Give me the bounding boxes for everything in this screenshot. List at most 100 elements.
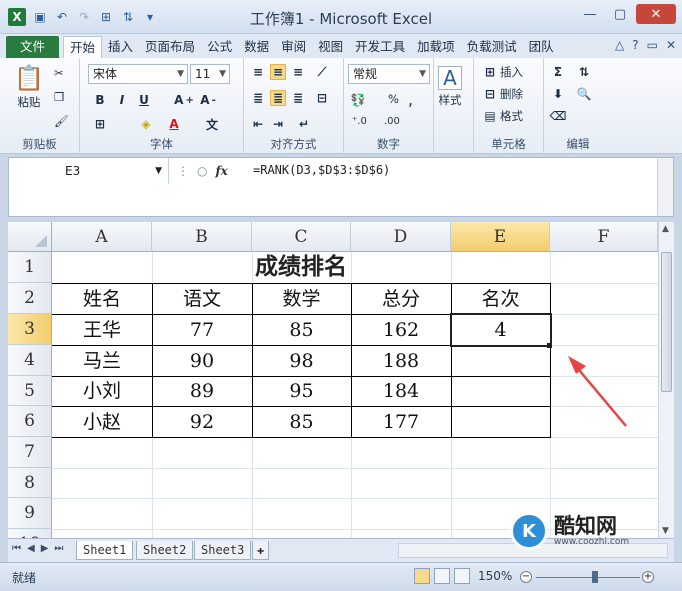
scroll-up-icon[interactable]: ▲ [662,224,669,234]
row-header-1[interactable]: 1 [8,252,52,283]
font-name-select[interactable]: 宋体 ▼ [88,64,188,84]
increase-indent-icon[interactable]: ⇥ [270,116,286,132]
sheet-tab-sheet2[interactable]: Sheet2 [136,541,194,560]
sheet-tab-sheet1[interactable]: Sheet1 [76,541,134,560]
row-header-9[interactable]: 9 [8,498,52,529]
fill-handle[interactable] [547,343,552,348]
next-sheet-icon[interactable]: ▶ [41,543,49,554]
sort-filter-icon[interactable]: ⇅ [576,64,592,80]
grow-font-icon[interactable]: A + [174,92,194,108]
copy-icon[interactable]: ❐ [54,90,64,104]
shrink-font-icon[interactable]: A- [200,92,216,108]
table-cell[interactable]: 小赵 [52,407,152,437]
phonetic-icon[interactable]: 文 [204,116,220,132]
table-cell[interactable]: 188 [351,346,451,376]
sheet-title-cell[interactable]: 成绩排名 [52,252,550,283]
percent-button[interactable]: % [388,92,399,106]
zoom-knob[interactable] [592,571,598,583]
scroll-down-icon[interactable]: ▼ [662,526,669,536]
ribbon-minimize-icon[interactable]: △ [615,38,624,52]
merge-center-icon[interactable]: ⊟ [314,90,330,106]
zoom-out-icon[interactable]: − [520,571,532,583]
close-button[interactable]: ✕ [636,4,676,24]
sheet-tab-sheet3[interactable]: Sheet3 [194,541,252,560]
minimize-button[interactable]: — [576,4,604,24]
table-cell[interactable]: 90 [152,346,252,376]
row-header-7[interactable]: 7 [8,437,52,468]
table-cell[interactable]: 95 [252,377,351,406]
decrease-decimal-icon[interactable]: .00 [384,116,400,127]
tab-developer[interactable]: 开发工具 [349,36,411,58]
table-cell[interactable]: 77 [152,315,252,345]
table-cell[interactable] [451,346,550,376]
tab-formulas[interactable]: 公式 [201,36,238,58]
tab-review[interactable]: 审阅 [275,36,312,58]
table-cell[interactable]: 王华 [52,315,152,345]
table-cell[interactable] [451,407,550,437]
align-center-icon[interactable]: ≣ [270,90,286,106]
increase-decimal-icon[interactable]: ⁺.0 [352,116,367,127]
font-size-select[interactable]: 11 ▼ [190,64,230,84]
fill-color-icon[interactable]: ◈ [138,116,154,132]
delete-cells-button[interactable]: ⊟ 删除 [482,86,523,102]
format-cells-button[interactable]: ▤ 格式 [482,108,523,124]
autosum-icon[interactable]: Σ [550,64,566,80]
row-header-10[interactable]: 10 [8,529,52,538]
row-header-2[interactable]: 2 [8,283,52,314]
currency-icon[interactable]: 💱 [350,92,366,108]
column-header-a[interactable]: A [52,222,152,252]
last-sheet-icon[interactable]: ⏭ [54,543,63,554]
name-box[interactable]: E3 ▼ [9,158,169,184]
first-sheet-icon[interactable]: ⏮ [12,543,21,554]
table-cell[interactable]: 177 [351,407,451,437]
table-cell[interactable] [451,377,550,406]
find-select-icon[interactable]: 🔍 [576,86,592,102]
table-cell[interactable]: 85 [252,407,351,437]
table-cell[interactable]: 89 [152,377,252,406]
page-layout-view-icon[interactable] [434,568,450,584]
maximize-button[interactable]: ▢ [606,4,634,24]
select-all-button[interactable] [8,222,52,252]
header-cell-total[interactable]: 总分 [351,284,451,314]
number-format-select[interactable]: 常规 ▼ [348,64,430,84]
italic-icon[interactable]: I [114,92,130,108]
orientation-icon[interactable]: ⟋ [314,64,330,80]
comma-button[interactable]: , [408,90,413,109]
row-header-3[interactable]: 3 [8,314,52,345]
header-cell-chinese[interactable]: 语文 [152,284,252,314]
table-cell[interactable]: 98 [252,346,351,376]
decrease-indent-icon[interactable]: ⇤ [250,116,266,132]
insert-cells-button[interactable]: ⊞ 插入 [482,64,523,80]
tab-addins[interactable]: 加载项 [411,36,461,58]
clear-icon[interactable]: ⌫ [550,108,567,124]
header-cell-math[interactable]: 数学 [252,284,351,314]
prev-sheet-icon[interactable]: ◀ [27,543,35,554]
table-cell[interactable]: 马兰 [52,346,152,376]
row-header-8[interactable]: 8 [8,468,52,498]
align-middle-icon[interactable]: ≡ [270,64,286,80]
window-close-icon[interactable]: ✕ [666,38,676,52]
column-header-b[interactable]: B [152,222,252,252]
paste-button[interactable]: 📋 粘贴 [14,64,44,110]
formula-expand-scrollbar[interactable] [657,158,673,216]
align-bottom-icon[interactable]: ≡ [290,64,306,80]
table-cell[interactable]: 184 [351,377,451,406]
header-cell-name[interactable]: 姓名 [52,284,152,314]
align-left-icon[interactable]: ≣ [250,90,266,106]
tab-view[interactable]: 视图 [312,36,349,58]
align-right-icon[interactable]: ≣ [290,90,306,106]
cancel-icon[interactable]: ○ [197,164,207,178]
insert-sheet-icon[interactable]: ✚ [252,541,270,560]
borders-icon[interactable]: ⊞ [92,116,108,132]
header-cell-rank[interactable]: 名次 [451,284,550,314]
column-header-c[interactable]: C [252,222,351,252]
column-header-e[interactable]: E [451,222,550,252]
tab-home[interactable]: 开始 [63,36,103,58]
table-cell[interactable]: 85 [252,315,351,345]
bold-icon[interactable]: B [92,92,108,108]
wrap-text-icon[interactable]: ↵ [296,116,312,132]
vertical-scroll-thumb[interactable] [661,252,672,392]
fill-icon[interactable]: ⬇ [550,86,566,102]
styles-button[interactable]: A 样式 [438,66,462,108]
zoom-slider[interactable]: − + [520,571,656,583]
